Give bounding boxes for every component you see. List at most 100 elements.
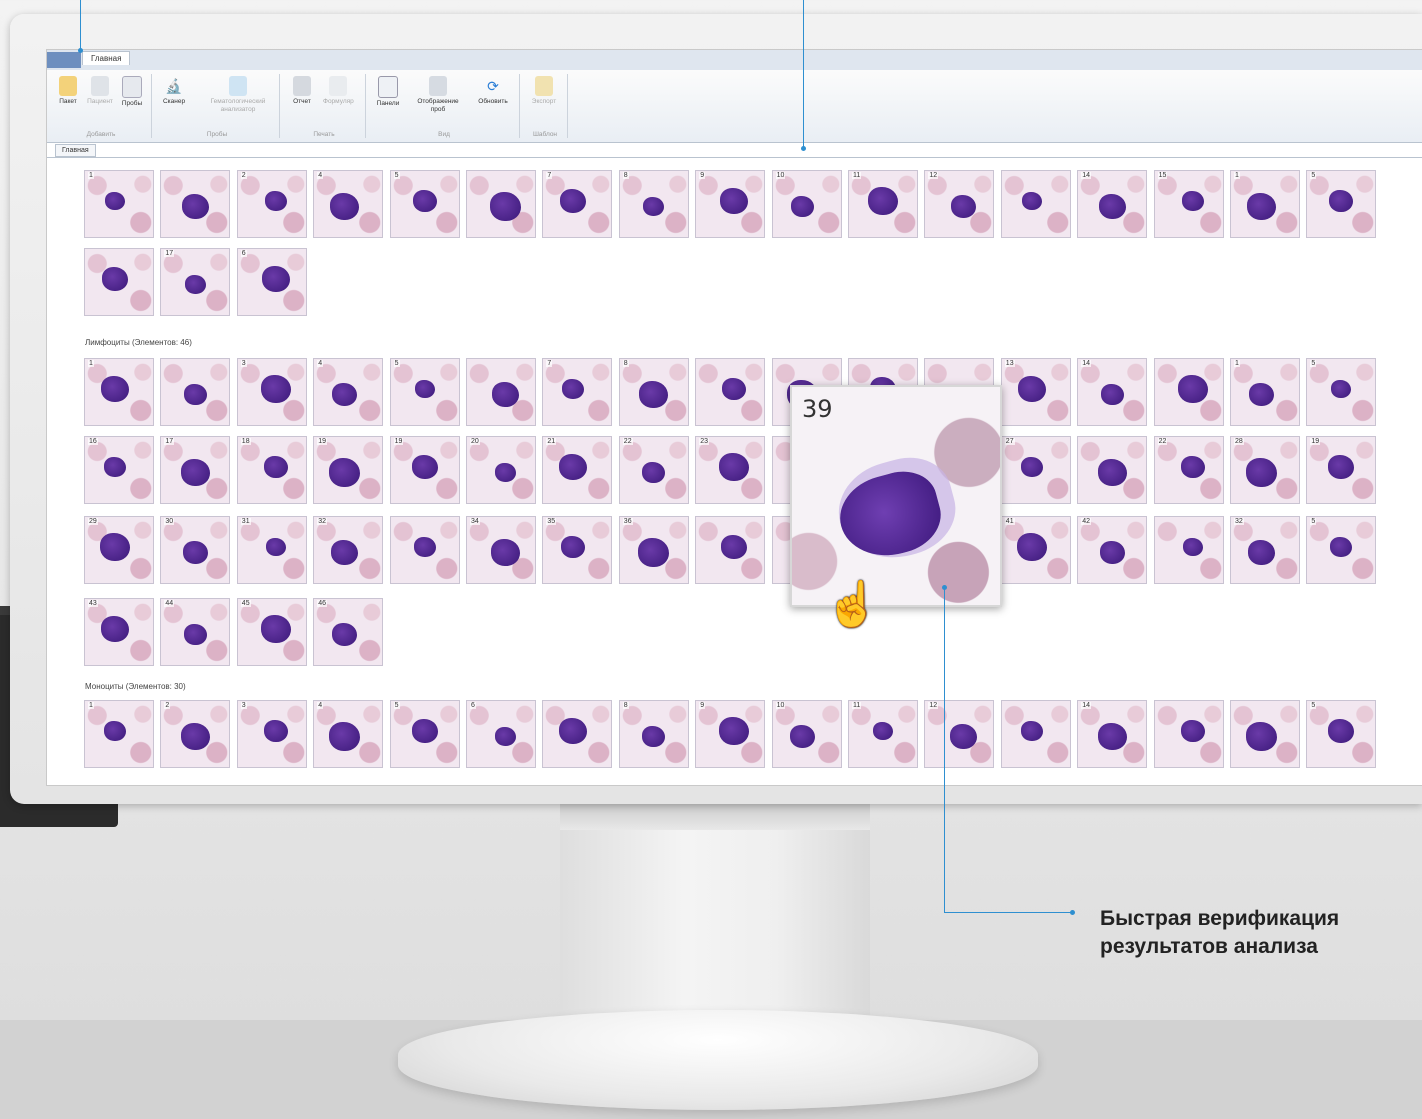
cell-nucleus: [101, 616, 129, 642]
cell-thumbnail[interactable]: 12: [924, 700, 995, 768]
cell-zoom-preview[interactable]: 39: [790, 385, 1002, 607]
cell-thumbnail[interactable]: 14: [1077, 358, 1148, 426]
cell-thumbnail[interactable]: 32: [313, 516, 384, 584]
document-tab-home[interactable]: Главная: [55, 144, 96, 157]
cell-thumbnail[interactable]: [84, 248, 154, 316]
cell-thumbnail[interactable]: 8: [618, 358, 689, 426]
cell-thumbnail[interactable]: 19: [313, 436, 384, 504]
cell-thumbnail[interactable]: 11: [848, 170, 918, 238]
batch-button[interactable]: Пакет: [53, 76, 83, 106]
cell-thumbnail[interactable]: 1: [1230, 358, 1300, 426]
cell-thumbnail[interactable]: 15: [1153, 170, 1224, 238]
cell-thumbnail[interactable]: 1: [84, 170, 154, 238]
cell-thumbnail[interactable]: 19: [1306, 436, 1377, 504]
cell-thumbnail[interactable]: 1: [84, 700, 154, 768]
cell-thumbnail[interactable]: 14: [1077, 170, 1148, 238]
cell-thumbnail[interactable]: 31: [236, 516, 307, 584]
cell-thumbnail[interactable]: [695, 516, 766, 584]
tab-home[interactable]: Главная: [82, 51, 131, 65]
cell-thumbnail[interactable]: [389, 516, 460, 584]
cell-thumbnail[interactable]: 5: [1306, 358, 1377, 426]
cell-thumbnail[interactable]: [1000, 170, 1071, 238]
cell-thumbnail[interactable]: [1230, 700, 1300, 768]
cell-thumbnail[interactable]: 1: [84, 358, 154, 426]
cell-thumbnail[interactable]: 16: [84, 436, 154, 504]
cell-thumbnail[interactable]: 4: [313, 358, 384, 426]
cell-thumbnail[interactable]: 17: [160, 436, 231, 504]
cell-thumbnail[interactable]: 7: [542, 358, 613, 426]
cell-thumbnail[interactable]: 1: [1230, 170, 1300, 238]
cell-thumbnail[interactable]: 13: [1000, 358, 1071, 426]
cell-thumbnail[interactable]: [1000, 700, 1071, 768]
cell-thumbnail[interactable]: 19: [389, 436, 460, 504]
patient-button[interactable]: Пациент: [85, 76, 115, 106]
cell-thumbnail[interactable]: 14: [1077, 700, 1148, 768]
cell-thumbnail[interactable]: 41: [1000, 516, 1071, 584]
cell-thumbnail[interactable]: 35: [542, 516, 613, 584]
cell-thumbnail[interactable]: [160, 170, 231, 238]
cell-thumbnail[interactable]: [466, 170, 536, 238]
samples-button[interactable]: Пробы: [117, 76, 147, 108]
panels-button[interactable]: Панели: [373, 76, 403, 108]
cell-thumbnail[interactable]: [1153, 358, 1224, 426]
cell-thumbnail[interactable]: 5: [1306, 700, 1377, 768]
cell-thumbnail[interactable]: 10: [771, 170, 842, 238]
cell-thumbnail[interactable]: 12: [924, 170, 995, 238]
cell-thumbnail[interactable]: 7: [542, 170, 613, 238]
report-button[interactable]: Отчет: [287, 76, 317, 106]
cell-thumbnail[interactable]: 17: [160, 248, 231, 316]
sample-view-button[interactable]: Отображение проб: [413, 76, 463, 114]
cell-thumbnail[interactable]: 3: [236, 700, 307, 768]
cell-thumbnail[interactable]: [466, 358, 536, 426]
cell-thumbnail[interactable]: 23: [695, 436, 766, 504]
cell-thumbnail[interactable]: 18: [236, 436, 307, 504]
cell-thumbnail[interactable]: [160, 358, 231, 426]
cell-thumbnail[interactable]: [695, 358, 766, 426]
cell-thumbnail[interactable]: 22: [1153, 436, 1224, 504]
scanner-button[interactable]: 🔬 Сканер: [159, 76, 189, 106]
cell-thumbnail[interactable]: 5: [1306, 170, 1377, 238]
cell-thumbnail[interactable]: 2: [236, 170, 307, 238]
cell-number: 14: [1081, 360, 1091, 367]
cell-thumbnail[interactable]: 9: [695, 170, 766, 238]
analyzer-button[interactable]: Гематологический анализатор: [203, 76, 273, 114]
cell-thumbnail[interactable]: 6: [236, 248, 307, 316]
cell-thumbnail[interactable]: 5: [1306, 516, 1377, 584]
cell-thumbnail[interactable]: 4: [313, 170, 384, 238]
export-button[interactable]: Экспорт: [529, 76, 559, 106]
cell-thumbnail[interactable]: 10: [771, 700, 842, 768]
cell-thumbnail[interactable]: 4: [313, 700, 384, 768]
cell-thumbnail[interactable]: 29: [84, 516, 154, 584]
cell-thumbnail[interactable]: 3: [236, 358, 307, 426]
cell-thumbnail[interactable]: 2: [160, 700, 231, 768]
cell-thumbnail[interactable]: [1153, 516, 1224, 584]
cell-thumbnail[interactable]: 44: [160, 598, 231, 666]
cell-thumbnail[interactable]: 8: [618, 700, 689, 768]
cell-thumbnail[interactable]: 9: [695, 700, 766, 768]
cell-thumbnail[interactable]: 32: [1230, 516, 1300, 584]
cell-thumbnail[interactable]: 5: [389, 358, 460, 426]
cell-thumbnail[interactable]: 36: [618, 516, 689, 584]
cell-thumbnail[interactable]: 28: [1230, 436, 1300, 504]
cell-thumbnail[interactable]: [542, 700, 613, 768]
cell-thumbnail[interactable]: 8: [618, 170, 689, 238]
cell-thumbnail[interactable]: [1077, 436, 1148, 504]
application-menu-button[interactable]: [47, 52, 81, 68]
cell-thumbnail[interactable]: 5: [389, 170, 460, 238]
cell-thumbnail[interactable]: 21: [542, 436, 613, 504]
cell-thumbnail[interactable]: 27: [1000, 436, 1071, 504]
cell-thumbnail[interactable]: 34: [466, 516, 536, 584]
form-button[interactable]: Формуляр: [323, 76, 354, 106]
cell-thumbnail[interactable]: 20: [466, 436, 536, 504]
cell-thumbnail[interactable]: 45: [236, 598, 307, 666]
refresh-button[interactable]: ⟳ Обновить: [473, 76, 513, 106]
cell-thumbnail[interactable]: [1153, 700, 1224, 768]
cell-thumbnail[interactable]: 11: [848, 700, 918, 768]
cell-thumbnail[interactable]: 6: [466, 700, 536, 768]
cell-thumbnail[interactable]: 42: [1077, 516, 1148, 584]
cell-thumbnail[interactable]: 5: [389, 700, 460, 768]
cell-thumbnail[interactable]: 43: [84, 598, 154, 666]
cell-thumbnail[interactable]: 46: [313, 598, 384, 666]
cell-thumbnail[interactable]: 22: [618, 436, 689, 504]
cell-thumbnail[interactable]: 30: [160, 516, 231, 584]
